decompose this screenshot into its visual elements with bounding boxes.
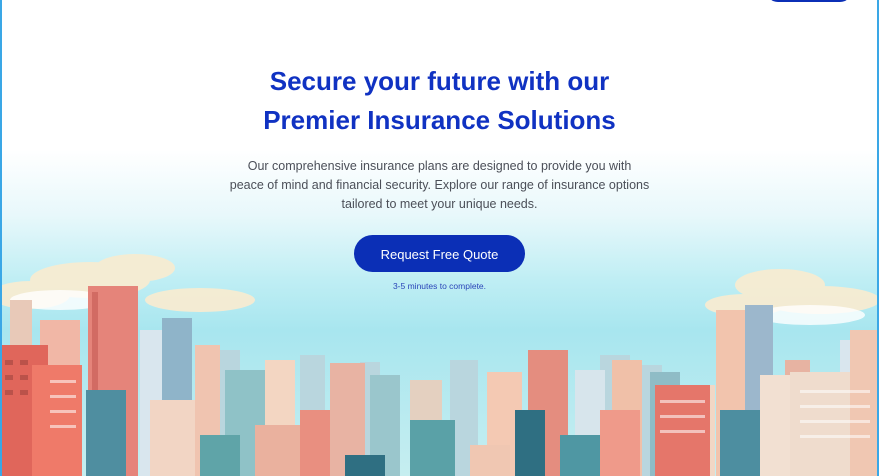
hero-description: Our comprehensive insurance plans are de… bbox=[229, 159, 650, 211]
hero-title: Secure your future with our Premier Insu… bbox=[0, 62, 879, 140]
hero-title-line1: Secure your future with our bbox=[269, 66, 610, 96]
request-quote-button[interactable]: Request Free Quote bbox=[354, 235, 525, 272]
hero-title-line2: Premier Insurance Solutions bbox=[263, 105, 616, 135]
hero-section: Secure your future with our Premier Insu… bbox=[0, 62, 879, 291]
quote-duration-note: 3-5 minutes to complete. bbox=[392, 281, 487, 291]
header-button[interactable] bbox=[766, 0, 852, 2]
